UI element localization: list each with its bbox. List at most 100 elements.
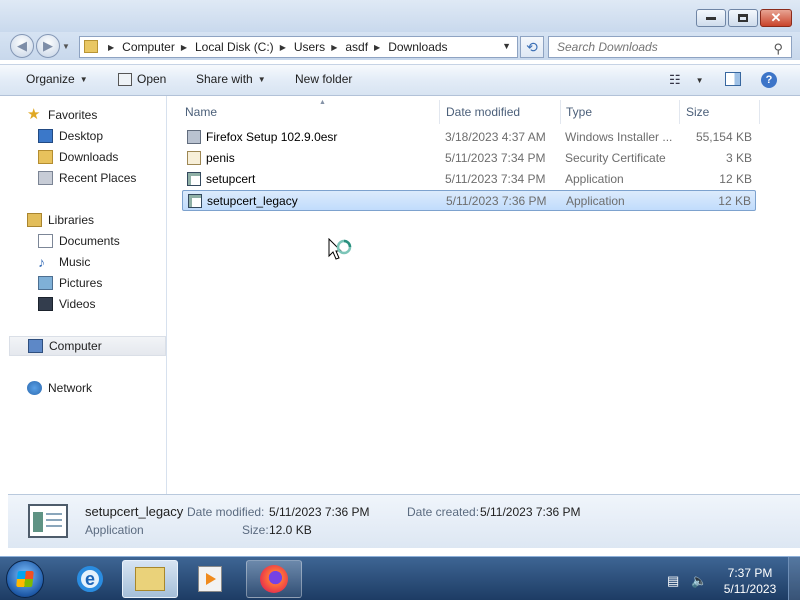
minimize-button[interactable] (696, 9, 726, 27)
breadcrumb-chevron-icon[interactable]: ▶ (331, 43, 337, 52)
computer-icon (28, 339, 43, 353)
volume-muted-icon[interactable]: 🔈 (691, 573, 707, 589)
preview-pane-button[interactable] (725, 72, 741, 86)
details-file-type: Application (85, 523, 144, 537)
file-name: penis (206, 151, 235, 165)
breadcrumb-downloads[interactable]: Downloads (388, 40, 447, 54)
breadcrumb-computer[interactable]: Computer (122, 40, 175, 54)
pictures-icon (38, 276, 53, 290)
column-divider[interactable] (759, 100, 760, 124)
help-icon: ? (761, 72, 777, 88)
search-input[interactable] (557, 40, 757, 54)
column-size-label: Size (686, 105, 710, 119)
network-tray-icon[interactable]: ▤ (667, 573, 679, 589)
minimize-icon (706, 16, 716, 20)
column-divider[interactable] (439, 100, 440, 124)
show-desktop-button[interactable] (788, 557, 800, 600)
file-row-selected[interactable]: setupcert_legacy 5/11/2023 7:36 PM Appli… (182, 190, 756, 211)
column-divider[interactable] (679, 100, 680, 124)
media-player-icon (198, 566, 222, 592)
breadcrumb-asdf[interactable]: asdf (345, 40, 368, 54)
organize-button[interactable]: Organize ▼ (26, 72, 88, 86)
taskbar-internet-explorer[interactable]: e (62, 560, 118, 598)
breadcrumb-chevron-icon[interactable]: ▶ (108, 43, 114, 52)
details-date-modified-label: Date modified: (187, 505, 265, 519)
new-folder-label: New folder (295, 72, 353, 86)
column-divider[interactable] (560, 100, 561, 124)
column-type[interactable]: Type (566, 100, 678, 124)
address-bar[interactable]: ▶ Computer ▶ Local Disk (C:) ▶ Users ▶ asdf … (79, 36, 518, 58)
start-button[interactable] (6, 560, 44, 598)
desktop-icon (38, 129, 53, 143)
file-row[interactable]: penis 5/11/2023 7:34 PM Security Certifi… (182, 148, 756, 169)
close-button[interactable]: ✕ (760, 9, 792, 27)
application-icon (187, 172, 201, 186)
chevron-down-icon: ▼ (257, 74, 266, 84)
search-box[interactable]: ⚲ (548, 36, 792, 58)
column-name[interactable]: Name ▲ (185, 99, 438, 124)
nav-libraries-label: Libraries (48, 213, 95, 227)
column-name-label: Name (185, 105, 218, 119)
documents-icon (38, 234, 53, 248)
breadcrumb-local-disk[interactable]: Local Disk (C:) (195, 40, 274, 54)
open-button[interactable]: Open (118, 72, 166, 86)
windows-logo-icon (16, 571, 34, 587)
taskbar-windows-explorer[interactable] (122, 560, 178, 598)
details-file-name: setupcert_legacy (85, 504, 184, 519)
change-view-button[interactable]: ☷ ▼ (669, 72, 704, 88)
clock-time: 7:37 PM (727, 566, 773, 580)
back-arrow-icon: ◀ (17, 38, 27, 53)
command-bar: Organize ▼ Open Share with ▼ New folder … (0, 64, 800, 96)
breadcrumb-users[interactable]: Users (294, 40, 325, 54)
forward-arrow-icon: ▶ (43, 38, 53, 53)
details-date-modified: 5/11/2023 7:36 PM (269, 505, 370, 519)
taskbar-media-player[interactable] (182, 560, 238, 598)
installer-icon (187, 130, 201, 144)
sort-ascending-icon: ▲ (319, 99, 326, 106)
chevron-down-icon: ▼ (695, 75, 704, 85)
breadcrumb-chevron-icon[interactable]: ▶ (181, 43, 187, 52)
file-type: Application (566, 194, 625, 208)
column-date-modified[interactable]: Date modified (446, 100, 560, 124)
libraries-icon (27, 213, 42, 227)
downloads-folder-icon (38, 150, 53, 164)
preview-pane-icon (725, 72, 741, 86)
network-icon (27, 381, 42, 395)
nav-favorites[interactable]: ★ Favorites (27, 105, 184, 125)
breadcrumb-chevron-icon[interactable]: ▶ (280, 43, 286, 52)
breadcrumb-chevron-icon[interactable]: ▶ (374, 43, 380, 52)
share-with-button[interactable]: Share with ▼ (196, 72, 266, 86)
details-pane: setupcert_legacy Application Date modifi… (8, 494, 800, 548)
windows-explorer-icon (135, 567, 165, 591)
nav-computer[interactable]: Computer (9, 336, 166, 356)
file-name: Firefox Setup 102.9.0esr (206, 130, 338, 144)
details-date-created-label: Date created: (407, 505, 480, 519)
music-icon: ♪ (38, 254, 45, 270)
new-folder-button[interactable]: New folder (295, 72, 352, 86)
column-size[interactable]: Size (686, 100, 758, 124)
forward-button[interactable]: ▶ (36, 34, 60, 58)
back-button[interactable]: ◀ (10, 34, 34, 58)
details-date-created: 5/11/2023 7:36 PM (480, 505, 581, 519)
details-view-icon: ☷ (669, 72, 681, 87)
help-button[interactable]: ? (761, 72, 777, 88)
taskbar-firefox[interactable] (246, 560, 302, 598)
file-date: 5/11/2023 7:34 PM (445, 172, 546, 186)
clock[interactable]: 7:37 PM 5/11/2023 (718, 565, 782, 597)
nav-libraries[interactable]: Libraries (27, 210, 184, 230)
nav-network[interactable]: Network (27, 378, 184, 398)
file-row[interactable]: Firefox Setup 102.9.0esr 3/18/2023 4:37 … (182, 127, 756, 148)
file-size: 55,154 KB (695, 130, 752, 144)
open-label: Open (137, 72, 167, 86)
videos-icon (38, 297, 53, 311)
address-dropdown-icon[interactable]: ▼ (502, 41, 511, 51)
maximize-button[interactable] (728, 9, 758, 27)
file-type: Windows Installer ... (565, 130, 673, 144)
file-row[interactable]: setupcert 5/11/2023 7:34 PM Application … (182, 169, 756, 190)
recent-pages-dropdown-icon[interactable]: ▼ (62, 42, 70, 51)
refresh-button[interactable]: ⟲ (520, 36, 544, 58)
search-icon[interactable]: ⚲ (773, 41, 783, 57)
nav-computer-label: Computer (49, 339, 102, 353)
application-thumbnail-icon (28, 504, 68, 538)
window-titlebar: ✕ (0, 0, 800, 32)
